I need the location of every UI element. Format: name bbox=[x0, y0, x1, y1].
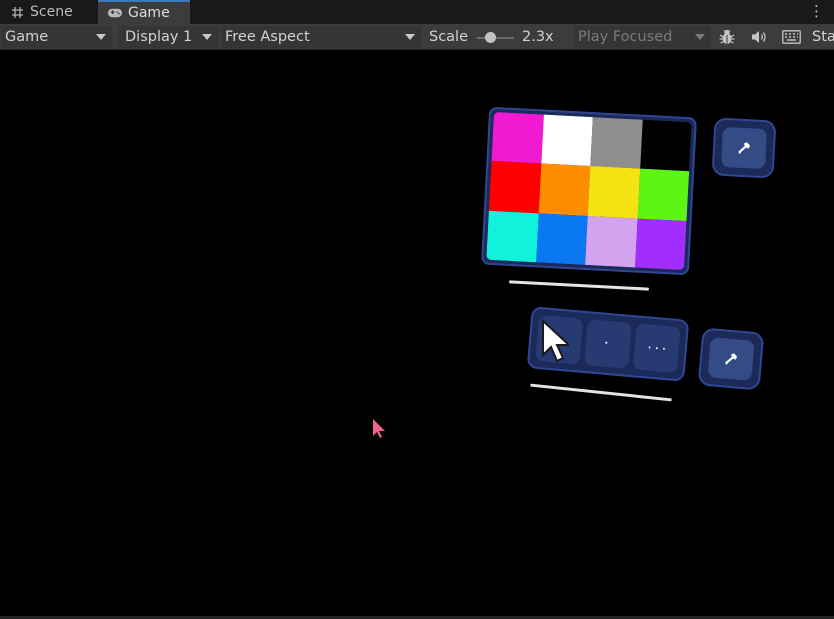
tool-ellipsis-button[interactable]: ··· bbox=[632, 323, 681, 374]
color-swatch[interactable] bbox=[538, 163, 591, 216]
bug-icon[interactable] bbox=[714, 26, 740, 48]
color-swatch[interactable] bbox=[637, 168, 690, 221]
tab-game-label: Game bbox=[128, 5, 170, 21]
view-mode-value: Game bbox=[5, 29, 49, 45]
color-palette-panel bbox=[481, 106, 697, 276]
tool-dot-glyph: ⠂ bbox=[603, 336, 613, 352]
game-view-toolbar: Game Display 1 Free Aspect Scale 2.3x Pl… bbox=[0, 24, 834, 50]
color-palette-grid bbox=[486, 111, 692, 271]
keyboard-icon[interactable] bbox=[778, 26, 804, 48]
color-swatch[interactable] bbox=[639, 119, 692, 172]
eyedropper-button-face bbox=[720, 126, 768, 170]
tab-scene[interactable]: Scene bbox=[0, 0, 98, 24]
game-cursor-icon bbox=[373, 419, 385, 438]
color-swatch[interactable] bbox=[535, 213, 588, 265]
scale-slider[interactable] bbox=[477, 32, 514, 43]
chevron-down-icon bbox=[405, 34, 415, 40]
eyedropper-button-2[interactable] bbox=[697, 327, 765, 391]
color-swatch[interactable] bbox=[590, 117, 643, 169]
chevron-down-icon bbox=[202, 34, 212, 40]
eyedropper-button-face bbox=[707, 337, 755, 381]
color-swatch[interactable] bbox=[585, 215, 638, 268]
audio-icon[interactable] bbox=[746, 26, 772, 48]
view-mode-dropdown[interactable]: Game bbox=[1, 26, 112, 48]
eyedropper-icon bbox=[725, 353, 738, 365]
display-dropdown[interactable]: Display 1 bbox=[119, 26, 218, 48]
tab-game[interactable]: Game bbox=[98, 0, 190, 24]
aspect-dropdown[interactable]: Free Aspect bbox=[221, 26, 421, 48]
chevron-down-icon bbox=[695, 34, 705, 40]
scale-value: 2.3x bbox=[522, 29, 554, 45]
eyedropper-icon bbox=[738, 142, 751, 154]
kebab-menu-icon[interactable]: ⋮ bbox=[809, 2, 824, 20]
scale-slider-knob[interactable] bbox=[485, 32, 496, 43]
editor-tab-bar: Scene Game ⋮ bbox=[0, 0, 834, 24]
color-swatch[interactable] bbox=[634, 218, 687, 271]
eyedropper-button[interactable] bbox=[711, 117, 777, 179]
tool-ellipsis-glyph: ··· bbox=[645, 340, 669, 357]
color-swatch[interactable] bbox=[488, 161, 541, 214]
chevron-down-icon bbox=[96, 34, 106, 40]
aspect-value: Free Aspect bbox=[225, 29, 310, 45]
play-mode-dropdown[interactable]: Play Focused bbox=[574, 26, 711, 48]
stats-button[interactable]: Stats bbox=[812, 26, 834, 48]
color-swatch[interactable] bbox=[540, 114, 593, 167]
tool-dot-button[interactable]: ⠂ bbox=[584, 319, 632, 369]
gamepad-icon bbox=[107, 5, 123, 21]
color-swatch[interactable] bbox=[491, 111, 544, 164]
display-value: Display 1 bbox=[125, 29, 193, 45]
grid-icon bbox=[9, 4, 25, 20]
play-mode-value: Play Focused bbox=[578, 29, 673, 45]
color-swatch[interactable] bbox=[587, 166, 640, 219]
scale-label: Scale bbox=[429, 29, 469, 45]
pointer-cursor-icon bbox=[542, 319, 569, 363]
tab-scene-label: Scene bbox=[30, 4, 73, 20]
color-swatch[interactable] bbox=[486, 210, 539, 263]
